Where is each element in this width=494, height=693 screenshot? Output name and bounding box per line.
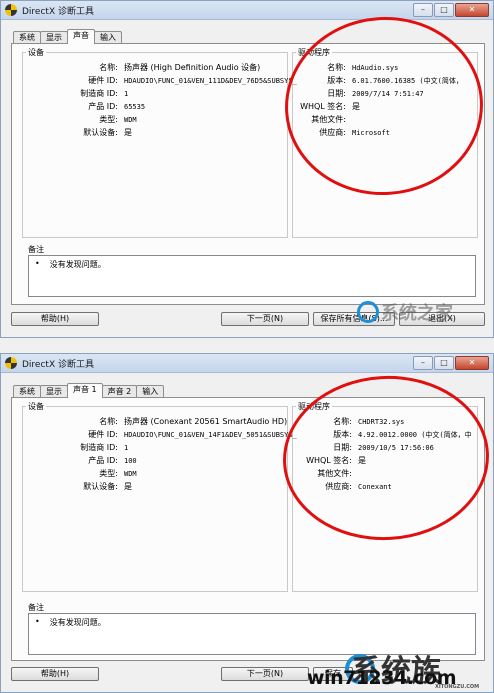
directx-icon xyxy=(5,357,17,369)
directx-icon xyxy=(5,4,17,16)
help-button[interactable]: 帮助(H) xyxy=(11,667,99,681)
device-group-label: 设备 xyxy=(26,401,46,412)
device-row-manufacturer-id: 制造商 ID: 1 xyxy=(80,443,129,452)
device-row-product-id: 产品 ID: 65535 xyxy=(88,102,146,111)
close-button[interactable]: ✕ xyxy=(455,3,489,17)
maximize-button[interactable]: □ xyxy=(434,3,454,17)
next-page-button[interactable]: 下一页(N) xyxy=(221,667,309,681)
tab-sound-1[interactable]: 声音 1 xyxy=(67,383,103,398)
watermark-bottom-small: XITONGZU.COM xyxy=(435,684,480,690)
tab-strip: 系统 显示 声音 输入 xyxy=(13,29,122,44)
device-row-name: 名称: 扬声器 (High Definition Audio 设备) xyxy=(99,63,261,72)
close-button[interactable]: ✕ xyxy=(455,356,489,370)
window-title: DirectX 诊断工具 xyxy=(22,359,94,370)
device-row-product-id: 产品 ID: 100 xyxy=(88,456,137,465)
directx-window-2: DirectX 诊断工具 – □ ✕ 系统 显示 声音 1 声音 2 输入 设备… xyxy=(0,353,494,693)
tab-sound[interactable]: 声音 xyxy=(67,29,95,44)
device-row-manufacturer-id: 制造商 ID: 1 xyxy=(80,89,129,98)
device-row-type: 类型: WDM xyxy=(99,469,137,478)
device-row-type: 类型: WDM xyxy=(99,115,137,124)
note-bullet: • xyxy=(35,259,40,268)
device-row-default: 默认设备: 是 xyxy=(83,482,132,491)
minimize-button[interactable]: – xyxy=(413,3,433,17)
window-controls: – □ ✕ xyxy=(413,3,489,17)
watermark-bottom: win71234.com xyxy=(307,667,457,689)
notes-label: 备注 xyxy=(26,602,46,613)
device-row-hardware-id: 硬件 ID: HDAUDIO\FUNC_01&VEN_111D&DEV_76D5… xyxy=(88,76,297,85)
notes-box[interactable]: • 没有发现问题。 xyxy=(28,255,476,297)
device-row-hardware-id: 硬件 ID: HDAUDIO\FUNC_01&VEN_14F1&DEV_5051… xyxy=(88,430,297,439)
tab-strip: 系统 显示 声音 1 声音 2 输入 xyxy=(13,383,165,398)
note-text: 没有发现问题。 xyxy=(49,260,106,269)
directx-window-1: DirectX 诊断工具 – □ ✕ 系统 显示 声音 输入 设备 驱动程序 名… xyxy=(0,0,494,338)
watermark-top: 系统之家 xyxy=(381,303,453,324)
window-title: DirectX 诊断工具 xyxy=(22,6,94,17)
next-page-button[interactable]: 下一页(N) xyxy=(221,312,309,326)
note-text: 没有发现问题。 xyxy=(49,618,106,627)
device-row-name: 名称: 扬声器 (Conexant 20561 SmartAudio HD) xyxy=(99,417,288,426)
note-bullet: • xyxy=(35,617,40,626)
maximize-button[interactable]: □ xyxy=(434,356,454,370)
device-group-label: 设备 xyxy=(26,47,46,58)
notes-label: 备注 xyxy=(26,244,46,255)
window-controls: – □ ✕ xyxy=(413,356,489,370)
device-row-default: 默认设备: 是 xyxy=(83,128,132,137)
minimize-button[interactable]: – xyxy=(413,356,433,370)
watermark-logo-icon xyxy=(357,301,379,323)
help-button[interactable]: 帮助(H) xyxy=(11,312,99,326)
